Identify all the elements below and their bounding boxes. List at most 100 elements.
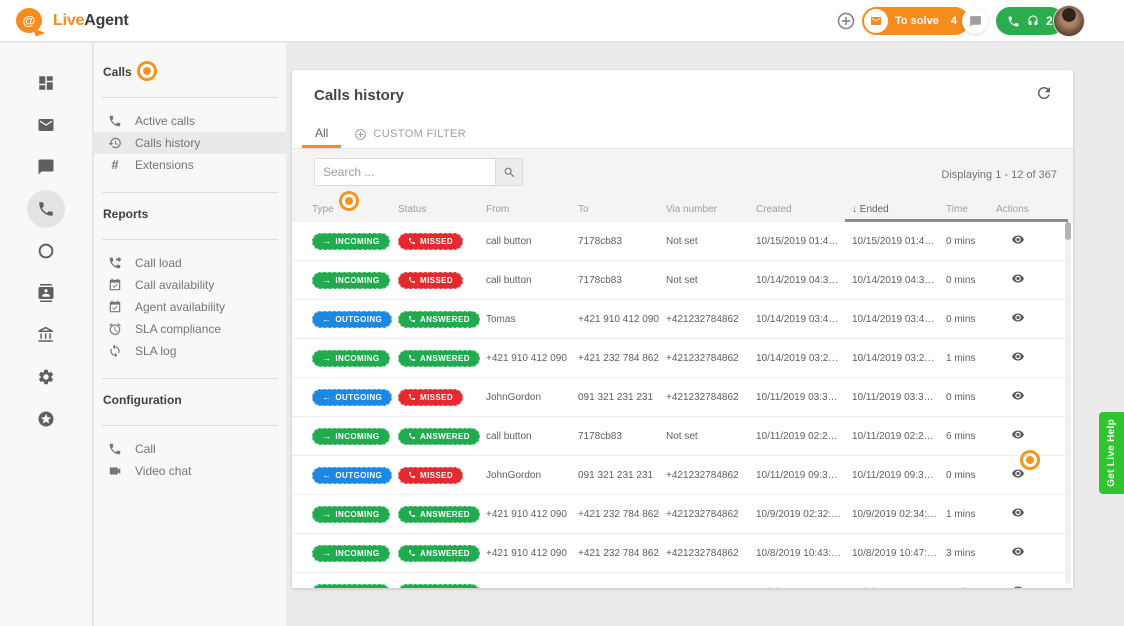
view-call-eye-icon[interactable] (1010, 428, 1026, 441)
rail-item-contacts[interactable] (26, 273, 66, 313)
dashboard-grid-icon (37, 74, 55, 92)
cell-via-number: +421232784862 (666, 509, 756, 520)
rail-item-calls[interactable] (27, 190, 65, 228)
table-row[interactable]: →INCOMINGMISSEDcall button7178cb83Not se… (292, 222, 1073, 261)
sidebar-item-video-chat[interactable]: Video chat (94, 460, 286, 482)
rail-item-tickets[interactable] (26, 105, 66, 145)
sidebar-item-active-calls[interactable]: Active calls (94, 110, 286, 132)
view-call-eye-icon[interactable] (1010, 350, 1026, 363)
cell-type: →INCOMING (312, 233, 398, 250)
sidebar-item-agent-availability[interactable]: Agent availability (94, 296, 286, 318)
search-input[interactable] (314, 158, 495, 186)
cell-to: +421 232 784 862 (578, 353, 666, 364)
rail-item-premium[interactable] (26, 399, 66, 439)
cell-to: +421 232 784 862 (578, 548, 666, 559)
arrow-left-icon: ← (322, 471, 331, 480)
column-header-status[interactable]: Status (398, 204, 486, 215)
cell-via-number: +421232784862 (666, 548, 756, 559)
cell-ended: 10/11/2019 09:3… (852, 470, 946, 481)
status-badge: ANSWERED (398, 311, 480, 328)
column-header-type[interactable]: Type (312, 204, 398, 215)
table-row[interactable]: →INCOMINGANSWEREDcall button7178cb83Not … (292, 417, 1073, 456)
rail-item-settings[interactable] (26, 357, 66, 397)
sidebar-item-sla-compliance[interactable]: SLA compliance (94, 318, 286, 340)
arrow-right-icon: → (322, 354, 331, 363)
get-live-help-tab[interactable]: Get Live Help (1099, 412, 1124, 494)
cell-ended: 10/14/2019 03:2… (852, 353, 946, 364)
table-scrollbar[interactable] (1065, 222, 1071, 584)
sidebar-item-sla-log[interactable]: SLA log (94, 340, 286, 362)
table-row[interactable]: →INCOMINGANSWERED+421 910 412 090+421 23… (292, 339, 1073, 378)
cell-status: MISSED (398, 233, 486, 250)
column-header-created[interactable]: Created (756, 204, 852, 215)
refresh-icon (1035, 84, 1053, 102)
search-button[interactable] (495, 158, 523, 186)
view-call-eye-icon[interactable] (1010, 389, 1026, 402)
table-row[interactable]: →INCOMINGANSWERED+421 910 412 090+421 23… (292, 573, 1073, 588)
view-call-eye-icon[interactable] (1010, 272, 1026, 285)
create-new-button[interactable] (836, 11, 856, 31)
table-row[interactable]: →INCOMINGMISSEDcall button7178cb83Not se… (292, 261, 1073, 300)
cell-ended: 10/8/2019 10:39:… (852, 587, 946, 589)
phone-icon (408, 237, 416, 245)
cell-time: 1 mins (946, 509, 996, 520)
cell-actions (996, 467, 1073, 483)
view-call-eye-icon[interactable] (1010, 584, 1026, 588)
search-box (314, 158, 523, 186)
view-call-eye-icon[interactable] (1010, 467, 1026, 480)
plus-circle-icon (836, 11, 856, 31)
liveagent-logo[interactable]: @ LiveAgent (16, 8, 129, 33)
icon-rail (0, 43, 93, 626)
tab-all[interactable]: All (302, 120, 341, 148)
column-header-ended[interactable]: ↓ Ended (852, 204, 946, 215)
cell-ended: 10/11/2019 02:2… (852, 431, 946, 442)
user-avatar[interactable] (1054, 6, 1084, 36)
type-badge: →INCOMING (312, 545, 390, 562)
rail-item-portal[interactable] (26, 315, 66, 355)
view-call-eye-icon[interactable] (1010, 311, 1026, 324)
arrow-right-icon: → (322, 276, 331, 285)
to-solve-button[interactable]: To solve 4 (862, 7, 969, 35)
rail-item-chats[interactable] (26, 147, 66, 187)
sidebar-item-call-availability[interactable]: Call availability (94, 274, 286, 296)
view-call-eye-icon[interactable] (1010, 506, 1026, 519)
table-row[interactable]: ←OUTGOINGMISSEDJohnGordon091 321 231 231… (292, 378, 1073, 417)
type-badge: ←OUTGOING (312, 467, 392, 484)
cell-to: +421 232 784 862 (578, 509, 666, 520)
sidebar-item-calls-history[interactable]: Calls history (94, 132, 286, 154)
history-icon (108, 136, 122, 150)
table-row[interactable]: →INCOMINGANSWERED+421 910 412 090+421 23… (292, 495, 1073, 534)
page-title: Calls history (314, 87, 404, 104)
logo-bubble-icon: @ (16, 8, 42, 33)
cell-via-number: +421232784862 (666, 470, 756, 481)
chats-button[interactable] (962, 8, 988, 34)
rail-item-dashboard[interactable] (26, 63, 66, 103)
cell-via-number: +421232784862 (666, 587, 756, 589)
calendar-check-icon (108, 300, 122, 314)
sidebar-item-call[interactable]: Call (94, 438, 286, 460)
column-header-time[interactable]: Time (946, 204, 996, 215)
cell-created: 10/9/2019 02:32:… (756, 509, 852, 520)
scrollbar-thumb[interactable] (1065, 222, 1071, 240)
table-row[interactable]: →INCOMINGANSWERED+421 910 412 090+421 23… (292, 534, 1073, 573)
view-call-eye-icon[interactable] (1010, 545, 1026, 558)
rail-item-automation[interactable] (26, 231, 66, 271)
column-header-via[interactable]: Via number (666, 204, 756, 215)
sidebar-item-call-load[interactable]: Call load (94, 252, 286, 274)
table-row[interactable]: ←OUTGOINGANSWEREDTomas+421 910 412 090+4… (292, 300, 1073, 339)
tab-custom-filter[interactable]: CUSTOM FILTER (341, 120, 479, 148)
cell-to: +421 910 412 090 (578, 314, 666, 325)
cell-from: JohnGordon (486, 392, 578, 403)
column-header-actions[interactable]: Actions (996, 204, 1073, 215)
sidebar-item-extensions[interactable]: #Extensions (94, 154, 286, 176)
column-header-from[interactable]: From (486, 204, 578, 215)
column-header-to[interactable]: To (578, 204, 666, 215)
table-row[interactable]: ←OUTGOINGMISSEDJohnGordon091 321 231 231… (292, 456, 1073, 495)
filter-tabs: All CUSTOM FILTER (302, 120, 479, 148)
view-call-eye-icon[interactable] (1010, 233, 1026, 246)
loop-icon (108, 344, 122, 358)
phone-icon (408, 393, 416, 401)
filter-zone: Displaying 1 - 12 of 367 Type Status Fro… (292, 149, 1073, 222)
cell-time: 3 mins (946, 548, 996, 559)
refresh-button[interactable] (1035, 84, 1053, 102)
